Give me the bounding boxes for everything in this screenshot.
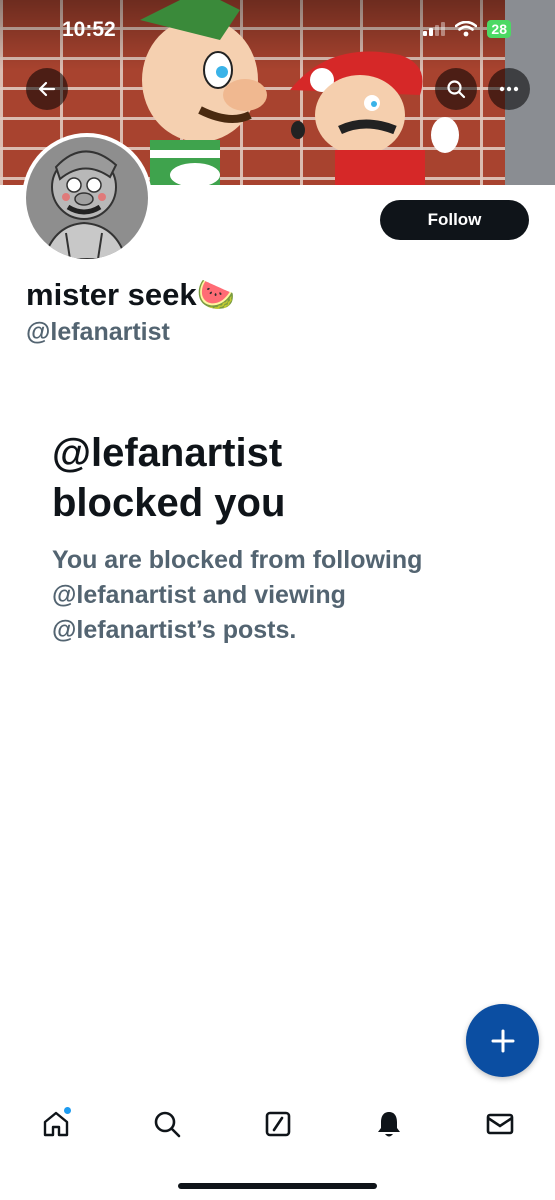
blocked-title: @lefanartist blocked you	[52, 428, 492, 528]
profile-handle: @lefanartist	[26, 318, 170, 346]
search-icon	[154, 1111, 181, 1138]
blocked-title-line1: @lefanartist	[52, 431, 283, 475]
plus-icon	[491, 1029, 514, 1052]
nav-search[interactable]	[147, 1104, 187, 1144]
avatar[interactable]	[22, 133, 152, 263]
bottom-navigation	[0, 1090, 555, 1160]
status-time: 10:52	[62, 18, 116, 41]
avatar-image	[26, 137, 148, 259]
nav-messages[interactable]	[480, 1104, 520, 1144]
home-indicator	[178, 1183, 377, 1189]
signal-icon	[423, 22, 446, 36]
more-horizontal-icon	[499, 86, 519, 92]
search-icon	[447, 80, 466, 99]
mail-icon	[486, 1113, 514, 1135]
blocked-title-line2: blocked you	[52, 481, 286, 525]
slash-square-icon	[265, 1111, 291, 1137]
search-button[interactable]	[435, 68, 477, 110]
nav-notifications[interactable]	[369, 1104, 409, 1144]
compose-button[interactable]	[466, 1004, 539, 1077]
battery-indicator: 28	[487, 20, 511, 38]
bell-icon	[378, 1112, 400, 1137]
wifi-icon	[455, 21, 478, 37]
nav-grok[interactable]	[258, 1104, 298, 1144]
follow-button[interactable]: Follow	[380, 200, 529, 240]
arrow-left-icon	[38, 81, 56, 97]
more-button[interactable]	[488, 68, 530, 110]
display-name: mister seek🍉	[26, 277, 236, 312]
back-button[interactable]	[26, 68, 68, 110]
nav-home[interactable]	[36, 1104, 76, 1144]
status-icons: 28	[423, 20, 511, 38]
home-notification-dot	[63, 1106, 72, 1115]
blocked-description: You are blocked from following @lefanart…	[52, 546, 423, 644]
